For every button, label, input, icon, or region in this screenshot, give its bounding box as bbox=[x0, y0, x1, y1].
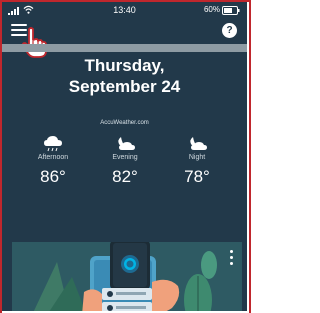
status-bar: 13:40 60% bbox=[2, 2, 247, 19]
weekday-text: Thursday, bbox=[84, 56, 165, 75]
frame-border-left bbox=[0, 0, 2, 313]
moon-cloud-icon bbox=[190, 137, 207, 150]
period-label: Afternoon bbox=[37, 154, 69, 161]
app-frame: 13:40 60% ? Thursday, September 24 AccuW… bbox=[2, 2, 247, 311]
promo-illustration bbox=[33, 242, 217, 311]
help-icon[interactable]: ? bbox=[222, 23, 237, 38]
battery-percent: 60% bbox=[203, 5, 220, 14]
temperature-value: 86° bbox=[40, 167, 66, 186]
rain-cloud-icon bbox=[44, 136, 62, 152]
weather-source: AccuWeather.com bbox=[100, 120, 149, 126]
frame-border-right bbox=[249, 0, 251, 313]
day-text: September 24 bbox=[68, 77, 181, 96]
divider-band bbox=[2, 44, 247, 52]
more-options-icon[interactable] bbox=[230, 250, 234, 266]
battery-icon bbox=[222, 6, 240, 15]
temperature-value: 82° bbox=[112, 167, 138, 186]
period-label: Night bbox=[188, 154, 206, 161]
temperature-value: 78° bbox=[184, 167, 210, 186]
hand-cursor-icon bbox=[21, 27, 47, 58]
phone-screen: 13:40 60% ? Thursday, September 24 AccuW… bbox=[0, 0, 251, 313]
forecast-night: Night 78° bbox=[162, 134, 232, 187]
moon-cloud-icon bbox=[118, 137, 135, 150]
period-label: Evening bbox=[112, 154, 138, 161]
forecast-afternoon: Afternoon 86° bbox=[18, 134, 88, 187]
date-heading: Thursday, September 24 bbox=[2, 55, 247, 97]
header-bar: ? bbox=[2, 19, 247, 58]
frame-border-top bbox=[0, 0, 251, 2]
forecast-evening: Evening 82° bbox=[90, 134, 160, 187]
promo-card[interactable] bbox=[12, 242, 242, 311]
